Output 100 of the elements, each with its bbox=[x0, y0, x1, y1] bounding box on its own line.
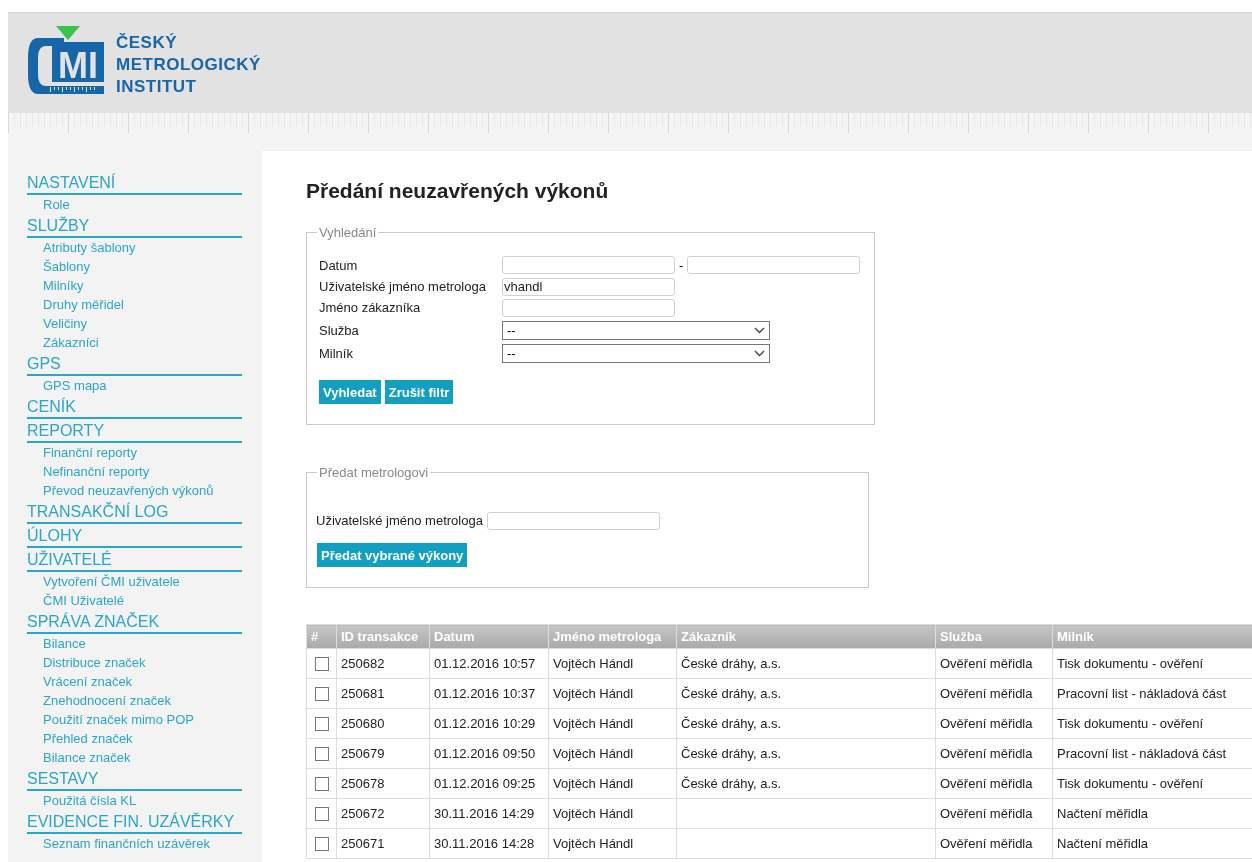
table-cell: 250680 bbox=[336, 708, 430, 739]
field-label: Služba bbox=[319, 322, 360, 338]
logo-text: INSTITUT bbox=[116, 76, 198, 98]
table-cell: Ověření měřidla bbox=[935, 708, 1053, 739]
menu-heading[interactable]: SPRÁVA ZNAČEK bbox=[27, 610, 242, 634]
column-header[interactable]: Milník bbox=[1052, 624, 1252, 649]
row-checkbox[interactable] bbox=[315, 777, 329, 792]
column-header[interactable]: Zákazník bbox=[676, 624, 936, 649]
table-cell: České dráhy, a.s. bbox=[676, 708, 936, 739]
menu-heading[interactable]: TRANSAKČNÍ LOG bbox=[27, 500, 242, 524]
menu-heading[interactable]: GPS bbox=[27, 352, 242, 376]
date-from-field[interactable] bbox=[502, 256, 675, 274]
menu-item[interactable]: Seznam finančních uzávěrek bbox=[27, 834, 242, 853]
table-cell: Vojtěch Hándl bbox=[548, 828, 677, 859]
menu-item[interactable]: Šablony bbox=[27, 257, 242, 276]
menu-item[interactable]: Zákazníci bbox=[27, 333, 242, 352]
menu-item[interactable]: Přehled značek bbox=[27, 729, 242, 748]
table-cell: 01.12.2016 09:25 bbox=[429, 768, 549, 799]
menu-item[interactable]: Druhy měřidel bbox=[27, 295, 242, 314]
select-field[interactable]: -- bbox=[502, 343, 770, 363]
input-field[interactable] bbox=[502, 298, 675, 317]
table-cell: České dráhy, a.s. bbox=[676, 768, 936, 799]
table-cell: Vojtěch Hándl bbox=[548, 678, 677, 709]
menu-heading[interactable]: UŽIVATELÉ bbox=[27, 548, 242, 572]
column-header[interactable]: # bbox=[306, 624, 337, 649]
menu-item[interactable]: Finanční reporty bbox=[27, 443, 242, 462]
menu-heading[interactable]: CENÍK bbox=[27, 395, 242, 419]
table-cell: Ověření měřidla bbox=[935, 828, 1053, 859]
table-cell: 30.11.2016 14:28 bbox=[429, 828, 549, 859]
input-field[interactable]: vhandl bbox=[502, 277, 675, 296]
menu-item[interactable]: Použití značek mimo POP bbox=[27, 710, 242, 729]
menu-heading[interactable]: SLUŽBY bbox=[27, 214, 242, 238]
fieldset-legend: Předat metrologovi bbox=[317, 465, 431, 480]
table-cell: 250672 bbox=[336, 798, 430, 829]
table-cell: České dráhy, a.s. bbox=[676, 648, 936, 679]
row-checkbox[interactable] bbox=[315, 657, 329, 672]
table-cell: Vojtěch Hándl bbox=[548, 648, 677, 679]
menu-heading[interactable]: NASTAVENÍ bbox=[27, 171, 242, 195]
menu-item[interactable]: Znehodnocení značek bbox=[27, 691, 242, 710]
table-cell: Vojtěch Hándl bbox=[548, 768, 677, 799]
menu-item[interactable]: ČMI Uživatelé bbox=[27, 591, 242, 610]
row-checkbox[interactable] bbox=[315, 837, 329, 852]
date-separator: - bbox=[679, 257, 684, 273]
menu-item[interactable]: Veličiny bbox=[27, 314, 242, 333]
table-cell: Ověření měřidla bbox=[935, 678, 1053, 709]
field-label: Uživatelské jméno metrologa bbox=[319, 279, 487, 294]
field-label: Uživatelské jméno metrologa bbox=[316, 513, 483, 528]
row-checkbox[interactable] bbox=[315, 717, 329, 732]
row-checkbox[interactable] bbox=[315, 807, 329, 822]
fieldset-legend: Vyhledání bbox=[317, 225, 379, 240]
menu-item[interactable]: Distribuce značek bbox=[27, 653, 242, 672]
table-cell: Ověření měřidla bbox=[935, 648, 1053, 679]
table-cell: Vojtěch Hándl bbox=[548, 738, 677, 769]
menu-heading[interactable]: REPORTY bbox=[27, 419, 242, 443]
table-cell: 30.11.2016 14:29 bbox=[429, 798, 549, 829]
menu-item[interactable]: Bilance značek bbox=[27, 748, 242, 767]
row-checkbox[interactable] bbox=[315, 747, 329, 762]
table-cell: Vojtěch Hándl bbox=[548, 708, 677, 739]
logo-text: METROLOGICKÝ bbox=[116, 54, 261, 76]
menu-item[interactable]: Role bbox=[27, 195, 242, 214]
date-to-field[interactable] bbox=[687, 256, 861, 274]
menu-heading[interactable]: EVIDENCE FIN. UZÁVĚRKY bbox=[27, 810, 242, 834]
menu-item[interactable]: Milníky bbox=[27, 276, 242, 295]
table-cell: 250682 bbox=[336, 648, 430, 679]
column-header[interactable]: Jméno metrologa bbox=[548, 624, 677, 649]
table-cell: 250681 bbox=[336, 678, 430, 709]
field-label: Milník bbox=[319, 345, 354, 361]
page-title: Předání neuzavřených výkonů bbox=[306, 179, 610, 203]
menu-item[interactable]: Použitá čísla KL bbox=[27, 791, 242, 810]
table-cell: 01.12.2016 09:50 bbox=[429, 738, 549, 769]
menu-item[interactable]: Převod neuzavřených výkonů bbox=[27, 481, 242, 500]
transfer-button[interactable]: Předat vybrané výkony bbox=[317, 543, 468, 567]
table-cell: Ověření měřidla bbox=[935, 768, 1053, 799]
search-button[interactable]: Vyhledat bbox=[319, 380, 381, 404]
menu-item[interactable]: Vytvoření ČMI uživatele bbox=[27, 572, 242, 591]
menu-item[interactable]: Vrácení značek bbox=[27, 672, 242, 691]
input-field[interactable] bbox=[486, 511, 660, 530]
table-cell: 01.12.2016 10:29 bbox=[429, 708, 549, 739]
logo-text: ČESKÝ bbox=[116, 32, 179, 54]
menu-item[interactable]: Nefinanční reporty bbox=[27, 462, 242, 481]
row-checkbox[interactable] bbox=[315, 687, 329, 702]
table-cell: České dráhy, a.s. bbox=[676, 738, 936, 769]
chevron-down-icon bbox=[754, 326, 765, 334]
clear-filter-button[interactable]: Zrušit filtr bbox=[384, 380, 454, 404]
select-field[interactable]: -- bbox=[502, 320, 770, 340]
menu-heading[interactable]: ÚLOHY bbox=[27, 524, 242, 548]
table-cell: 250678 bbox=[336, 768, 430, 799]
table-cell: České dráhy, a.s. bbox=[676, 678, 936, 709]
menu-item[interactable]: Bilance bbox=[27, 634, 242, 653]
table-cell: 250679 bbox=[336, 738, 430, 769]
column-header[interactable]: ID transakce bbox=[336, 624, 430, 649]
table-cell: Vojtěch Hándl bbox=[548, 798, 677, 829]
column-header[interactable]: Datum bbox=[429, 624, 549, 649]
menu-item[interactable]: GPS mapa bbox=[27, 376, 242, 395]
menu-heading[interactable]: SESTAVY bbox=[27, 767, 242, 791]
column-header[interactable]: Služba bbox=[935, 624, 1053, 649]
field-label: Jméno zákazníka bbox=[319, 300, 422, 315]
field-label: Datum bbox=[319, 257, 359, 273]
menu-item[interactable]: Atributy šablony bbox=[27, 238, 242, 257]
table-cell: 01.12.2016 10:37 bbox=[429, 678, 549, 709]
